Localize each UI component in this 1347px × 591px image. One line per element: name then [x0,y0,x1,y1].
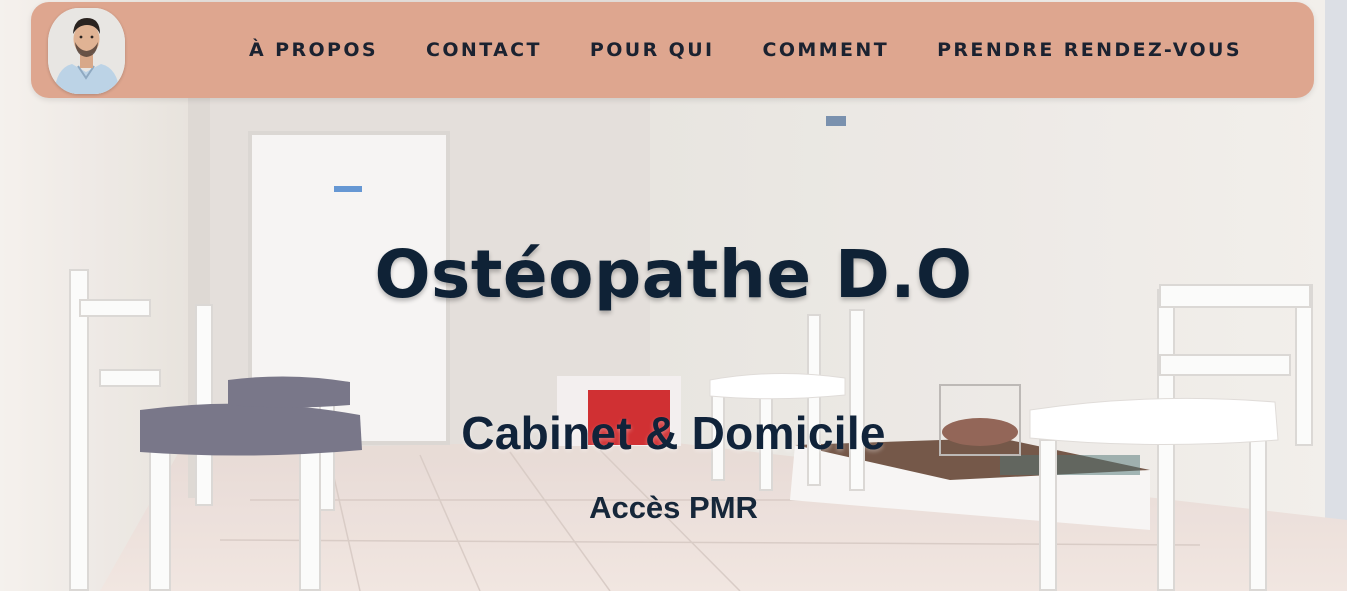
hero-accessibility-note: Accès PMR [589,490,758,525]
doctor-portrait-icon [48,8,125,94]
hero-subtitle: Cabinet & Domicile [461,407,886,459]
profile-avatar[interactable] [48,8,125,94]
nav-link-contact[interactable]: CONTACT [426,39,542,61]
nav-link-a-propos[interactable]: À PROPOS [249,39,378,61]
main-navigation: À PROPOS CONTACT POUR QUI COMMENT PRENDR… [249,2,1249,98]
nav-link-prendre-rendez-vous[interactable]: PRENDRE RENDEZ-VOUS [937,39,1242,61]
nav-link-comment[interactable]: COMMENT [763,39,890,61]
top-navbar: À PROPOS CONTACT POUR QUI COMMENT PRENDR… [31,2,1314,98]
hero-title: Ostéopathe D.O [374,236,973,313]
nav-link-pour-qui[interactable]: POUR QUI [590,39,715,61]
